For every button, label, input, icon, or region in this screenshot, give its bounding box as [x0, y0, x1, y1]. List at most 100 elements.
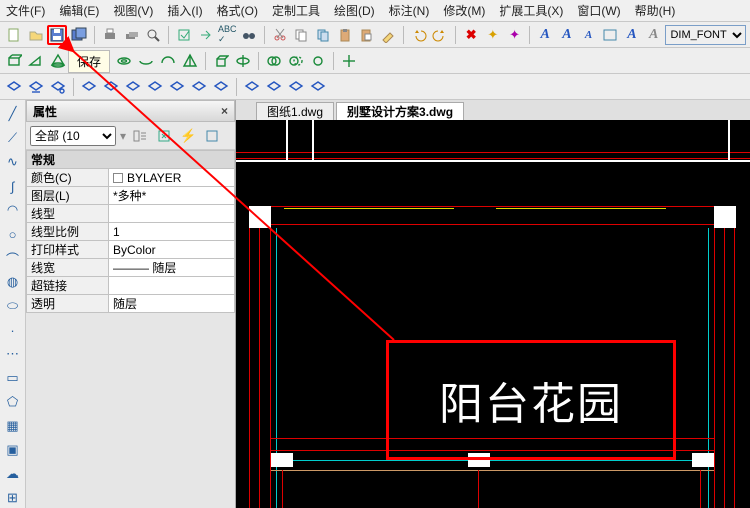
revcloud-tool-icon[interactable]: ☁: [3, 464, 23, 484]
intersect-icon[interactable]: [308, 51, 328, 71]
box-icon[interactable]: [4, 51, 24, 71]
layer11-icon[interactable]: [308, 77, 328, 97]
layer2-icon[interactable]: [101, 77, 121, 97]
props-tool4-icon[interactable]: [202, 126, 222, 146]
text-A5-icon[interactable]: A: [644, 25, 664, 45]
layer6-icon[interactable]: [189, 77, 209, 97]
text-A2-icon[interactable]: A: [557, 25, 577, 45]
save-button[interactable]: [47, 25, 67, 45]
layer1-icon[interactable]: [79, 77, 99, 97]
tab-drawing2[interactable]: 别墅设计方案3.dwg: [336, 102, 464, 120]
match-prop-icon[interactable]: [378, 25, 398, 45]
purge-icon[interactable]: ✦: [505, 25, 525, 45]
circle-tool-icon[interactable]: ○: [3, 224, 23, 244]
publish-icon[interactable]: [174, 25, 194, 45]
prop-ltscale-value[interactable]: 1: [109, 223, 235, 241]
binoculars-icon[interactable]: [239, 25, 259, 45]
divide-tool-icon[interactable]: ⋯: [3, 344, 23, 364]
text-A3-icon[interactable]: A: [579, 25, 599, 45]
redo-icon[interactable]: [431, 25, 451, 45]
print-icon[interactable]: [100, 25, 120, 45]
print-preview-icon[interactable]: [143, 25, 163, 45]
menu-help[interactable]: 帮助(H): [635, 2, 676, 19]
menu-ext[interactable]: 扩展工具(X): [499, 2, 563, 19]
menu-modify[interactable]: 修改(M): [443, 2, 485, 19]
extrude-icon[interactable]: [211, 51, 231, 71]
menu-insert[interactable]: 插入(I): [167, 2, 202, 19]
prop-hyperlink-value[interactable]: [109, 277, 235, 295]
props-tool3-icon[interactable]: ⚡: [178, 126, 198, 146]
block-tool-icon[interactable]: ⊞: [3, 488, 23, 508]
dome-icon[interactable]: [158, 51, 178, 71]
close-icon[interactable]: ×: [221, 104, 228, 118]
print-multi-icon[interactable]: [122, 25, 142, 45]
text-style-icon[interactable]: [600, 25, 620, 45]
arc-tool-icon[interactable]: ◠: [3, 200, 23, 220]
region-tool-icon[interactable]: ▣: [3, 440, 23, 460]
subtract-icon[interactable]: [286, 51, 306, 71]
polygon-tool-icon[interactable]: ⬠: [3, 392, 23, 412]
prop-linetype-value[interactable]: [109, 205, 235, 223]
menu-annotate[interactable]: 标注(N): [389, 2, 430, 19]
copy-icon[interactable]: [292, 25, 312, 45]
layer3-icon[interactable]: [123, 77, 143, 97]
cut-icon[interactable]: [270, 25, 290, 45]
layer9-icon[interactable]: [264, 77, 284, 97]
menu-view[interactable]: 视图(V): [113, 2, 153, 19]
text-A4-icon[interactable]: A: [622, 25, 642, 45]
polyline-tool-icon[interactable]: ∿: [3, 152, 23, 172]
paste-block-icon[interactable]: [357, 25, 377, 45]
prop-printstyle-value[interactable]: ByColor: [109, 241, 235, 259]
menu-edit[interactable]: 编辑(E): [59, 2, 99, 19]
export-icon[interactable]: [196, 25, 216, 45]
menu-file[interactable]: 文件(F): [6, 2, 45, 19]
layer-icon[interactable]: [4, 77, 24, 97]
layer8-icon[interactable]: [242, 77, 262, 97]
rectangle-tool-icon[interactable]: ▭: [3, 368, 23, 388]
layer10-icon[interactable]: [286, 77, 306, 97]
menu-tools[interactable]: 定制工具: [272, 2, 320, 19]
prop-lineweight-value[interactable]: ——— 随层: [109, 259, 235, 277]
menu-window[interactable]: 窗口(W): [577, 2, 620, 19]
delete-icon[interactable]: ✖: [461, 25, 481, 45]
union-icon[interactable]: [264, 51, 284, 71]
spline-tool-icon[interactable]: ∫: [3, 176, 23, 196]
props-tool1-icon[interactable]: [130, 126, 150, 146]
wedge-icon[interactable]: [26, 51, 46, 71]
spellcheck-icon[interactable]: ABC✓: [217, 25, 237, 45]
text-A-icon[interactable]: A: [535, 25, 555, 45]
layer-prev-icon[interactable]: [26, 77, 46, 97]
prop-layer-value[interactable]: *多种*: [109, 187, 235, 205]
line-tool-icon[interactable]: ╱: [3, 104, 23, 124]
paste-icon[interactable]: [335, 25, 355, 45]
menu-draw[interactable]: 绘图(D): [334, 2, 375, 19]
new-file-icon[interactable]: [4, 25, 24, 45]
layer-state-icon[interactable]: [48, 77, 68, 97]
drawing-canvas[interactable]: 阳台花园: [236, 120, 750, 508]
ray-tool-icon[interactable]: ⟋: [3, 128, 23, 148]
menu-format[interactable]: 格式(O): [217, 2, 258, 19]
arc2-tool-icon[interactable]: ⌒: [3, 248, 23, 268]
layer4-icon[interactable]: [145, 77, 165, 97]
donut-tool-icon[interactable]: ◍: [3, 272, 23, 292]
layer5-icon[interactable]: [167, 77, 187, 97]
point-tool-icon[interactable]: ·: [3, 320, 23, 340]
undo-icon[interactable]: [409, 25, 429, 45]
pyramid-icon[interactable]: [180, 51, 200, 71]
ellipse-tool-icon[interactable]: ⬭: [3, 296, 23, 316]
move3d-icon[interactable]: [339, 51, 359, 71]
tab-drawing1[interactable]: 图纸1.dwg: [256, 102, 334, 120]
font-select[interactable]: DIM_FONT: [665, 25, 746, 45]
explode-icon[interactable]: ✦: [483, 25, 503, 45]
hatch-tool-icon[interactable]: ▦: [3, 416, 23, 436]
properties-filter-select[interactable]: 全部 (10: [30, 126, 116, 146]
layer7-icon[interactable]: [211, 77, 231, 97]
torus-icon[interactable]: [114, 51, 134, 71]
open-folder-icon[interactable]: [26, 25, 46, 45]
dish-icon[interactable]: [136, 51, 156, 71]
revolve-icon[interactable]: [233, 51, 253, 71]
props-tool2-icon[interactable]: [154, 126, 174, 146]
prop-color-value[interactable]: BYLAYER: [109, 169, 235, 187]
copy-base-icon[interactable]: [313, 25, 333, 45]
prop-transp-value[interactable]: 随层: [109, 295, 235, 313]
